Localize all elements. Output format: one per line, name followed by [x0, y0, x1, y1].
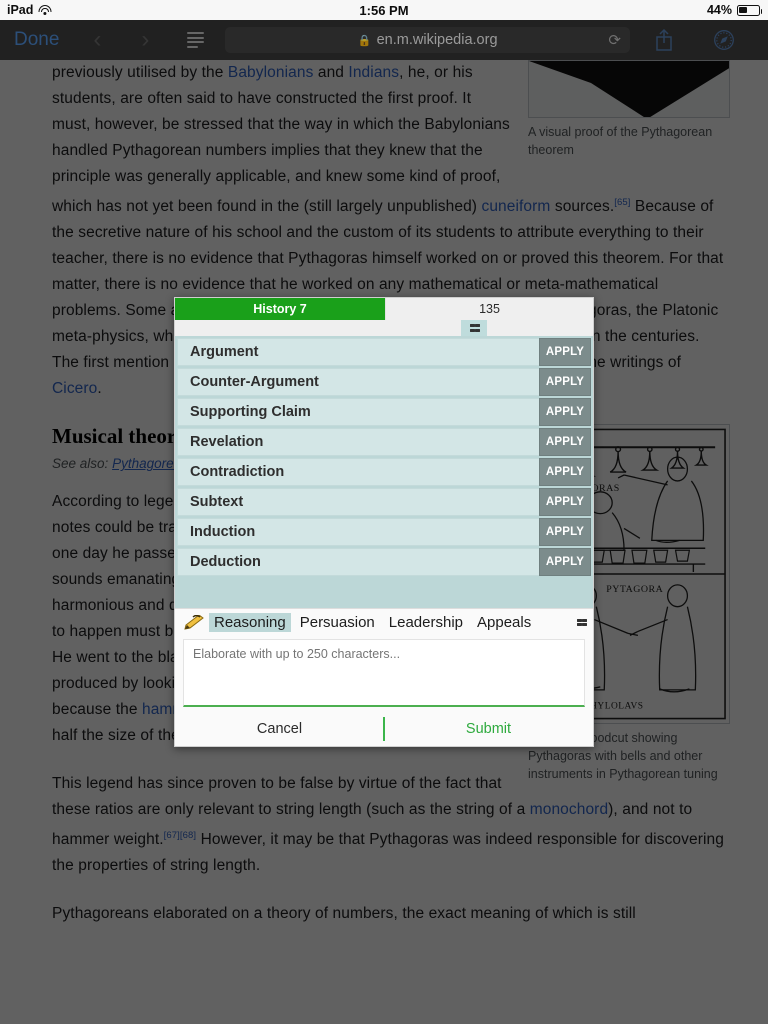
- apply-button[interactable]: APPLY: [539, 338, 591, 366]
- tab-history[interactable]: History 7: [175, 298, 385, 320]
- forward-icon[interactable]: ›: [121, 26, 169, 54]
- inline-link[interactable]: cuneiform: [481, 198, 550, 215]
- apply-button[interactable]: APPLY: [539, 458, 591, 486]
- status-bar-left: iPad: [0, 3, 200, 17]
- modal-tab-bar: History 7 135: [175, 298, 593, 320]
- list-item[interactable]: Supporting Claim APPLY: [177, 398, 591, 426]
- back-icon[interactable]: ‹: [73, 26, 121, 54]
- list-item[interactable]: Counter-Argument APPLY: [177, 368, 591, 396]
- reload-icon[interactable]: ⟳: [608, 31, 621, 49]
- rhetoric-list[interactable]: Argument APPLY Counter-Argument APPLY Su…: [175, 336, 593, 608]
- visual-proof-diagram: [529, 61, 729, 117]
- grid-view-toggle[interactable]: [461, 320, 487, 336]
- tab-reasoning[interactable]: Reasoning: [209, 613, 291, 632]
- inline-link[interactable]: Indians: [348, 64, 399, 81]
- list-item[interactable]: Subtext APPLY: [177, 488, 591, 516]
- list-item[interactable]: Contradiction APPLY: [177, 458, 591, 486]
- device-name: iPad: [7, 3, 34, 17]
- list-item-label: Deduction: [177, 548, 539, 576]
- list-item[interactable]: Deduction APPLY: [177, 548, 591, 576]
- lock-icon: 🔒: [357, 34, 372, 47]
- annotation-modal[interactable]: History 7 135 Argument APPLY Counter-Arg…: [174, 297, 594, 747]
- apply-button[interactable]: APPLY: [539, 488, 591, 516]
- list-item-label: Argument: [177, 338, 539, 366]
- browser-toolbar: Done ‹ › 🔒 en.m.wikipedia.org ⟳: [0, 20, 768, 60]
- list-item-label: Revelation: [177, 428, 539, 456]
- inline-link[interactable]: Babylonians: [228, 64, 314, 81]
- share-icon[interactable]: [634, 28, 694, 52]
- pencil-write-icon[interactable]: [183, 614, 209, 631]
- battery-icon: [737, 4, 763, 16]
- list-item-label: Induction: [177, 518, 539, 546]
- status-bar-time: 1:56 PM: [359, 2, 409, 18]
- list-item[interactable]: Revelation APPLY: [177, 428, 591, 456]
- inline-link[interactable]: Cicero: [52, 380, 97, 397]
- tab-persuasion[interactable]: Persuasion: [295, 613, 380, 632]
- modal-grid-tab-row: [175, 320, 593, 336]
- svg-text:PYTAGORA: PYTAGORA: [606, 584, 663, 595]
- grid-dots-icon: [577, 618, 587, 627]
- status-bar-right: 44%: [568, 3, 768, 17]
- apply-button[interactable]: APPLY: [539, 368, 591, 396]
- wifi-icon: [38, 5, 52, 15]
- list-item-label: Counter-Argument: [177, 368, 539, 396]
- bookmarks-compass-icon[interactable]: [694, 28, 754, 52]
- list-item-label: Subtext: [177, 488, 539, 516]
- done-button[interactable]: Done: [14, 29, 73, 51]
- reader-view-icon[interactable]: [169, 32, 221, 48]
- tab-leadership[interactable]: Leadership: [384, 613, 468, 632]
- grid-dots-icon: [470, 324, 480, 332]
- list-item[interactable]: Induction APPLY: [177, 518, 591, 546]
- battery-percent-label: 44%: [706, 3, 732, 17]
- submit-button[interactable]: Submit: [384, 721, 593, 737]
- ios-status-bar: iPad 1:56 PM 44%: [0, 0, 768, 20]
- figure-1-caption: A visual proof of the Pythagorean theore…: [528, 125, 713, 157]
- address-bar[interactable]: 🔒 en.m.wikipedia.org ⟳: [225, 27, 630, 53]
- paragraph-3-text: This legend has since proven to be false…: [52, 775, 724, 875]
- tab-count[interactable]: 135: [385, 298, 593, 320]
- tab-appeals[interactable]: Appeals: [472, 613, 536, 632]
- figure-1-image: [528, 60, 730, 118]
- apply-button[interactable]: APPLY: [539, 428, 591, 456]
- cancel-button[interactable]: Cancel: [175, 721, 384, 737]
- elaborate-field-wrap: [175, 636, 593, 712]
- footer-divider: [383, 717, 385, 741]
- figure-pythagorean-proof: A visual proof of the Pythagorean theore…: [528, 60, 730, 159]
- see-also-label: See also:: [52, 456, 109, 472]
- category-tab-bar: Reasoning Persuasion Leadership Appeals: [175, 608, 593, 636]
- inline-link[interactable]: monochord: [530, 801, 608, 818]
- apply-button[interactable]: APPLY: [539, 398, 591, 426]
- elaborate-textarea[interactable]: [183, 639, 585, 707]
- apply-button[interactable]: APPLY: [539, 548, 591, 576]
- article-paragraph-4: Pythagoreans elaborated on a theory of n…: [52, 901, 730, 927]
- modal-footer: Cancel Submit: [175, 712, 593, 746]
- apply-button[interactable]: APPLY: [539, 518, 591, 546]
- list-item[interactable]: Argument APPLY: [177, 338, 591, 366]
- list-item-label: Supporting Claim: [177, 398, 539, 426]
- url-text: en.m.wikipedia.org: [376, 32, 498, 48]
- article-paragraph-3: This legend has since proven to be false…: [52, 771, 730, 879]
- list-item-label: Contradiction: [177, 458, 539, 486]
- category-grid-toggle[interactable]: [577, 618, 587, 627]
- paragraph-4-text: Pythagoreans elaborated on a theory of n…: [52, 905, 636, 923]
